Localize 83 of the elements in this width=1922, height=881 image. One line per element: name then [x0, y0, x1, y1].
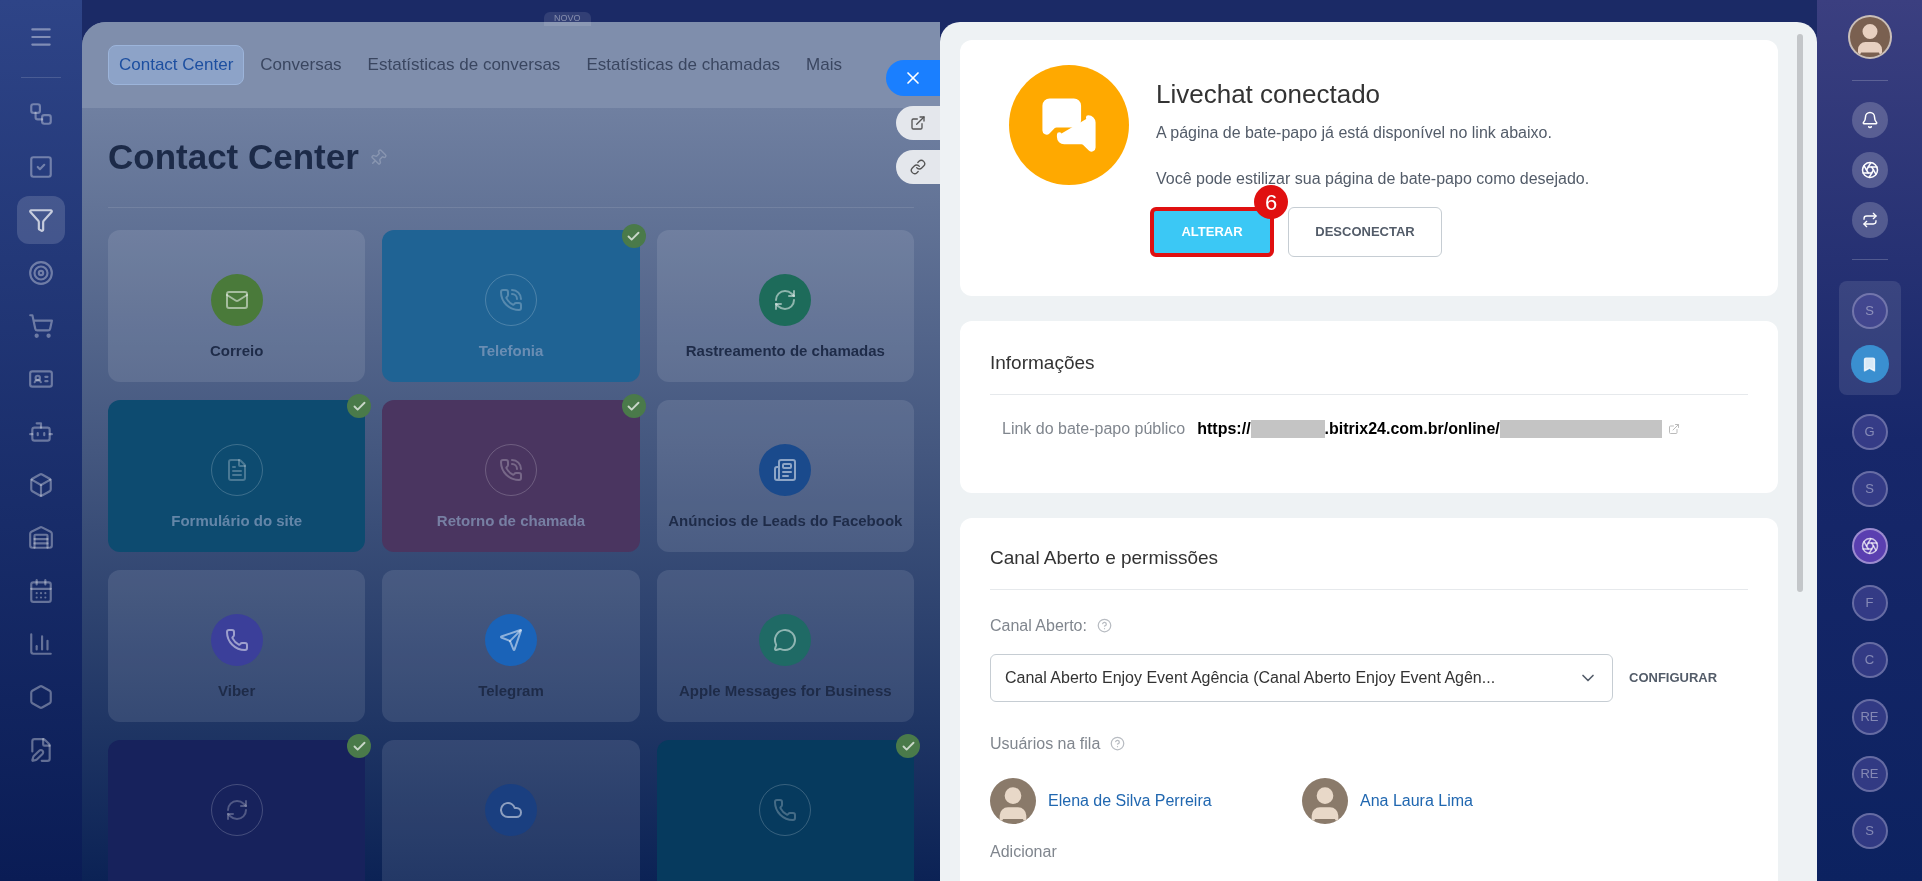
tile-icon	[759, 614, 812, 666]
nav-tab[interactable]: Conversas	[250, 46, 352, 84]
close-button[interactable]	[886, 60, 940, 96]
check-icon	[621, 394, 646, 418]
chat-avatar[interactable]: S	[1851, 813, 1888, 849]
check-icon	[621, 224, 646, 248]
channel-icon[interactable]	[1851, 528, 1888, 564]
notifications-icon[interactable]	[1851, 102, 1888, 138]
add-link[interactable]: Adicionar	[990, 839, 1748, 864]
nav-tab[interactable]: Estatísticas de chamadas	[576, 46, 791, 84]
help-icon[interactable]	[1096, 618, 1112, 633]
tile-icon	[485, 784, 537, 836]
user-link[interactable]: Ana Laura Lima	[1360, 788, 1473, 813]
open-new-window-button[interactable]	[896, 106, 940, 140]
chat-avatar[interactable]: S	[1851, 293, 1888, 329]
checkbox-icon	[28, 154, 54, 180]
nav-tab[interactable]: Mais	[796, 46, 852, 84]
warehouse-icon	[28, 525, 54, 551]
tile-icon	[210, 274, 263, 326]
chat-avatar[interactable]: S	[1851, 471, 1888, 507]
help-icon[interactable]	[1110, 736, 1126, 751]
tile-label: Anúncios de Leads do Facebook	[667, 512, 904, 529]
chat-avatar[interactable]: F	[1851, 585, 1888, 621]
status-title: Livechat conectado	[1156, 79, 1382, 109]
nav-tab[interactable]: Estatísticas de conversas	[357, 46, 571, 84]
tile-icon	[759, 274, 812, 326]
tile-label: Rastreamento de chamadas	[684, 342, 886, 359]
bar-chart-icon	[28, 631, 54, 657]
configure-button[interactable]: CONFIGURAR	[1629, 667, 1718, 688]
user-avatar	[990, 777, 1036, 824]
chat-avatar[interactable]: RE	[1851, 756, 1888, 792]
user-link[interactable]: Elena de Silva Perreira	[1048, 788, 1212, 813]
channel-select[interactable]: Canal Aberto Enjoy Event Agência (Canal Aberto Enjoy Event Agên...	[990, 653, 1613, 702]
nodes-icon	[28, 101, 54, 127]
step-badge: 6	[1254, 185, 1288, 219]
edit-document-icon	[28, 737, 54, 763]
external-link-icon	[910, 115, 926, 131]
tile-label: Correio	[209, 342, 265, 359]
section-title: Informações	[990, 352, 1095, 373]
section-title: Canal Aberto e permissões	[990, 547, 1219, 568]
channel-tile[interactable]	[382, 740, 640, 881]
hexagon-icon	[28, 684, 54, 710]
tile-label: Formulário do site	[170, 512, 304, 529]
status-text: A página de bate-papo já está disponível no link abaixo.	[1156, 123, 1553, 143]
external-link-icon[interactable]	[1667, 422, 1680, 435]
channel-tile[interactable]	[108, 740, 366, 881]
chat-avatar[interactable]: RE	[1851, 699, 1888, 735]
link-icon	[910, 159, 926, 175]
page-title: Contact Center	[108, 136, 359, 179]
tile-label: Retorno de chamada	[435, 512, 587, 529]
tile-icon	[485, 614, 537, 666]
link-text[interactable]: https://	[1197, 416, 1251, 441]
chat-avatar[interactable]: G	[1851, 414, 1888, 450]
channel-tile[interactable]: Telefonia	[382, 230, 640, 382]
channel-tile[interactable]: Retorno de chamada	[382, 400, 640, 552]
field-label: Usuários na fila	[990, 733, 1101, 754]
channel-tile[interactable]: Rastreamento de chamadas	[656, 230, 914, 382]
channel-tile[interactable]: Formulário do site	[108, 400, 366, 552]
chat-avatar[interactable]: C	[1851, 642, 1888, 678]
field-label: Canal Aberto:	[990, 615, 1087, 636]
check-icon	[347, 394, 372, 418]
check-icon	[347, 734, 372, 758]
tile-icon	[759, 444, 812, 496]
user-avatar	[1302, 777, 1348, 824]
channel-tile[interactable]	[656, 740, 914, 881]
channel-tile[interactable]: Correio	[108, 230, 366, 382]
tile-label: Telefonia	[477, 342, 545, 359]
nav-tab[interactable]: Contact Center	[108, 45, 245, 85]
robot-icon	[28, 419, 54, 445]
check-icon	[896, 734, 920, 758]
link-text[interactable]: .bitrix24.com.br/online/	[1324, 416, 1500, 441]
bookmark-icon[interactable]	[1850, 345, 1889, 383]
copy-link-button[interactable]	[896, 150, 940, 184]
disconnect-button[interactable]: DESCONECTAR	[1288, 207, 1442, 257]
cart-icon	[28, 313, 54, 339]
box-icon	[28, 472, 54, 498]
filter-icon	[28, 207, 54, 233]
nav-item[interactable]	[17, 196, 65, 244]
calendar-icon	[28, 578, 54, 604]
field-label: Link do bate-papo público	[1002, 418, 1186, 439]
tile-icon	[210, 614, 263, 666]
profile-avatar[interactable]	[1847, 15, 1892, 59]
channel-tile[interactable]: Anúncios de Leads do Facebook	[656, 400, 914, 552]
